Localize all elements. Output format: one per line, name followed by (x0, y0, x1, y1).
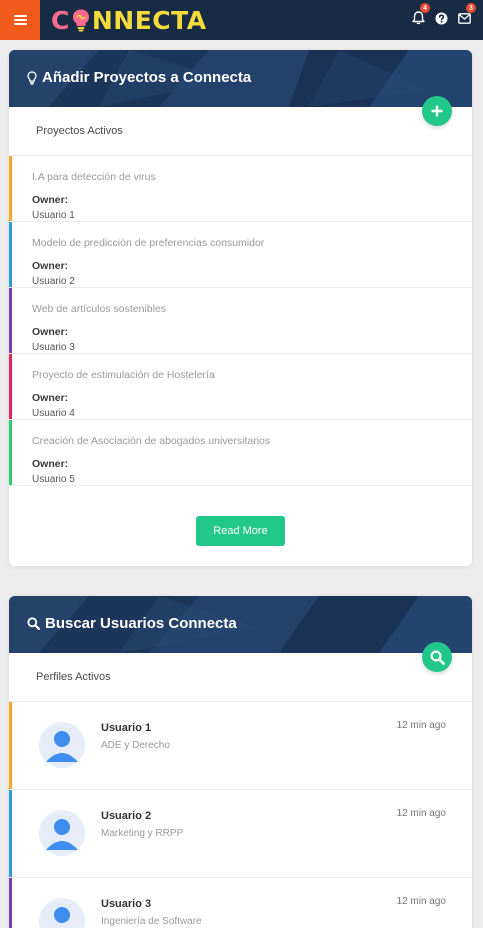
users-card-title-text: Buscar Usuarios Connecta (45, 615, 237, 632)
projects-card-title: Añadir Proyectos a Connecta (27, 69, 251, 86)
notifications-button[interactable]: 4 (411, 3, 430, 26)
user-item[interactable]: Usuario 3 Ingeniería de Software 12 min ag… (9, 878, 472, 928)
question-circle-icon (435, 12, 447, 24)
user-role: Ingeniería de Software (101, 916, 202, 927)
add-project-button[interactable] (422, 96, 452, 126)
hamburger-icon (13, 14, 27, 26)
owner-label: Owner: (32, 194, 69, 206)
menu-button[interactable] (0, 0, 40, 40)
project-color-bar (9, 222, 12, 287)
project-owner: Usuario 5 (32, 474, 75, 485)
search-users-button[interactable] (422, 642, 452, 672)
user-name: Usuario 1 (101, 722, 152, 734)
projects-card: Añadir Proyectos a Connecta Proyectos Ac… (9, 50, 472, 566)
lightbulb-icon (27, 70, 37, 85)
user-role: ADE y Derecho (101, 740, 170, 751)
logo-text-left: C (51, 5, 70, 35)
project-color-bar (9, 288, 12, 353)
owner-label: Owner: (32, 326, 69, 338)
project-owner: Usuario 4 (32, 408, 75, 419)
users-card: Buscar Usuarios Connecta Perfiles Activo… (9, 596, 472, 928)
user-color-bar (9, 878, 12, 928)
user-name: Usuario 3 (101, 898, 152, 910)
project-color-bar (9, 420, 12, 485)
search-icon (27, 617, 40, 630)
project-owner: Usuario 3 (32, 342, 75, 353)
owner-label: Owner: (32, 260, 69, 272)
project-item[interactable]: I.A para detección de virus Owner: Usuario… (9, 156, 472, 222)
project-title: Proyecto de estimulación de Hostelería (32, 369, 215, 381)
project-owner: Usuario 1 (32, 210, 75, 221)
top-navbar: C NNECTA 4 3 (0, 0, 483, 40)
user-avatar-icon (39, 810, 85, 856)
read-more-button[interactable]: Read More (196, 516, 285, 546)
owner-label: Owner: (32, 392, 69, 404)
users-card-title: Buscar Usuarios Connecta (27, 615, 237, 632)
user-time: 12 min ago (396, 720, 446, 731)
user-role: Marketing y RRPP (101, 828, 184, 839)
user-avatar-icon (39, 722, 85, 768)
project-owner: Usuario 2 (32, 276, 75, 287)
plus-icon (431, 105, 443, 117)
messages-badge: 3 (466, 3, 476, 13)
project-title: Modelo de predicción de preferencias con… (32, 237, 265, 249)
user-item[interactable]: Usuario 1 ADE y Derecho 12 min ago (9, 702, 472, 790)
user-color-bar (9, 790, 12, 877)
project-item[interactable]: Proyecto de estimulación de Hostelería Ow… (9, 354, 472, 420)
owner-label: Owner: (32, 458, 69, 470)
user-item[interactable]: Usuario 2 Marketing y RRPP 12 min ago (9, 790, 472, 878)
search-icon (429, 649, 445, 665)
projects-card-title-text: Añadir Proyectos a Connecta (42, 69, 252, 86)
user-name: Usuario 2 (101, 810, 152, 822)
project-title: I.A para detección de virus (32, 171, 156, 183)
user-avatar-icon (39, 898, 85, 928)
project-title: Web de artículos sostenibles (32, 303, 167, 315)
app-logo[interactable]: C NNECTA (51, 5, 207, 35)
envelope-icon (457, 12, 471, 24)
user-list: Usuario 1 ADE y Derecho 12 min ago Usuario … (9, 702, 472, 928)
project-list: I.A para detección de virus Owner: Usuario… (9, 156, 472, 486)
project-item[interactable]: Creación de Asociación de abogados unive… (9, 420, 472, 486)
users-subtitle: Perfiles Activos (36, 671, 111, 683)
project-title: Creación de Asociación de abogados unive… (32, 435, 271, 447)
user-time: 12 min ago (396, 896, 446, 907)
logo-text-right: NNECTA (91, 5, 207, 35)
user-time: 12 min ago (396, 808, 446, 819)
messages-button[interactable]: 3 (457, 3, 476, 26)
logo-bulb-icon (71, 8, 91, 32)
user-color-bar (9, 702, 12, 789)
project-item[interactable]: Web de artículos sostenibles Owner: Usuari… (9, 288, 472, 354)
users-card-header: Buscar Usuarios Connecta (9, 596, 472, 653)
projects-card-header: Añadir Proyectos a Connecta (9, 50, 472, 107)
project-item[interactable]: Modelo de predicción de preferencias con… (9, 222, 472, 288)
notifications-badge: 4 (420, 3, 430, 13)
bell-icon (411, 11, 425, 25)
project-color-bar (9, 354, 12, 419)
project-color-bar (9, 156, 12, 221)
help-button[interactable] (434, 10, 448, 26)
projects-subtitle: Proyectos Activos (36, 125, 123, 137)
